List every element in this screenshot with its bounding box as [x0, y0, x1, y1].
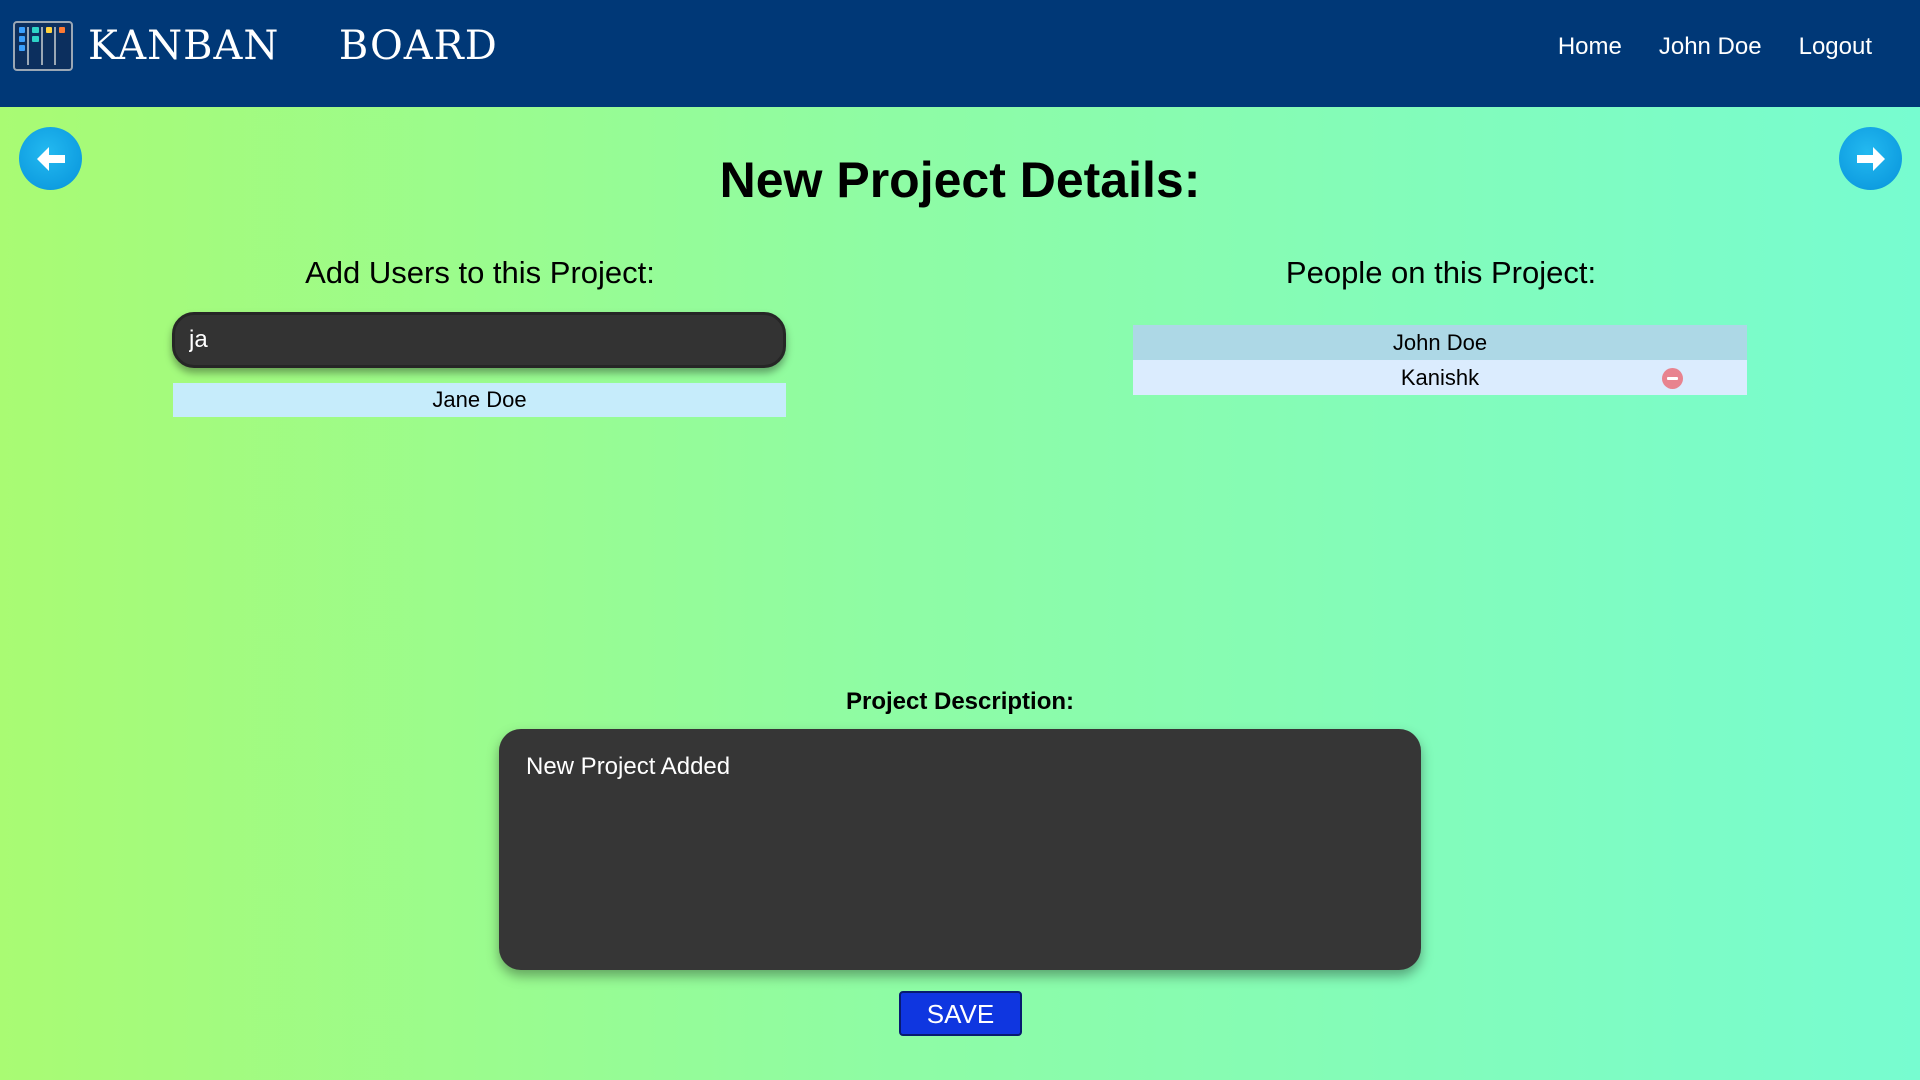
page-title: New Project Details:	[719, 152, 1201, 208]
save-button[interactable]: SAVE	[899, 991, 1022, 1036]
member-name: John Doe	[1392, 330, 1488, 355]
brand[interactable]: KANBAN BOARD	[13, 20, 498, 72]
user-search-input[interactable]	[172, 312, 786, 368]
navbar: KANBAN BOARD Home John Doe Logout	[0, 0, 1920, 107]
nav-link-home[interactable]: Home	[1558, 30, 1622, 64]
user-suggestion-item[interactable]: Jane Doe	[173, 383, 786, 417]
description-textarea[interactable]: New Project Added	[499, 729, 1421, 970]
member-row: Kanishk	[1133, 360, 1747, 395]
nav-link-logout[interactable]: Logout	[1799, 30, 1872, 64]
member-name: Kanishk	[1400, 365, 1480, 390]
nav-links: Home John Doe Logout	[1558, 30, 1872, 64]
people-list: John Doe Kanishk	[1133, 325, 1747, 395]
description-label: Project Description:	[845, 688, 1075, 715]
member-row: John Doe	[1133, 325, 1747, 360]
kanban-logo-icon	[13, 21, 73, 71]
nav-link-profile[interactable]: John Doe	[1659, 30, 1762, 64]
add-users-heading: Add Users to this Project:	[305, 255, 655, 290]
brand-title: KANBAN BOARD	[88, 23, 498, 69]
remove-circle-icon[interactable]	[1662, 368, 1683, 389]
people-heading: People on this Project:	[1285, 255, 1597, 290]
